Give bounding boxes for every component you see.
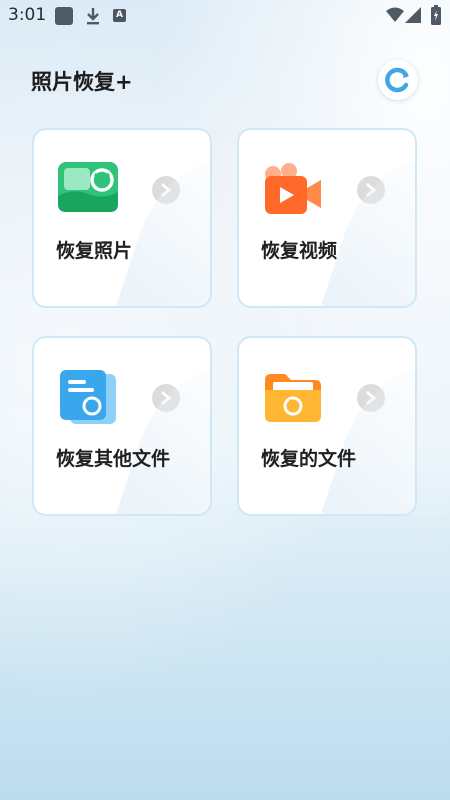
document-restore-icon xyxy=(58,370,118,426)
status-time: 3:01 xyxy=(8,5,47,25)
card-label: 恢复的文件 xyxy=(261,448,357,470)
status-bar: 3:01 A xyxy=(0,0,450,30)
restored-files-card[interactable]: 恢复的文件 xyxy=(237,336,417,516)
restore-photos-card[interactable]: 恢复照片 xyxy=(32,128,212,308)
wifi-icon xyxy=(386,7,404,27)
refresh-button[interactable] xyxy=(378,60,418,100)
restore-other-files-card[interactable]: 恢复其他文件 xyxy=(32,336,212,516)
chevron-right-icon xyxy=(357,384,385,412)
page-title: 照片恢复+ xyxy=(31,70,133,94)
card-label: 恢复其他文件 xyxy=(56,448,171,470)
video-camera-icon xyxy=(263,162,323,218)
restore-videos-card[interactable]: 恢复视频 xyxy=(237,128,417,308)
battery-icon xyxy=(431,5,441,25)
photo-restore-icon xyxy=(58,162,118,218)
chevron-right-icon xyxy=(357,176,385,204)
card-label: 恢复照片 xyxy=(56,240,133,262)
app-notification-icon xyxy=(55,7,73,25)
translate-icon: A xyxy=(113,9,126,22)
chevron-right-icon xyxy=(152,384,180,412)
download-icon xyxy=(86,7,100,25)
signal-icon xyxy=(405,7,421,27)
refresh-icon xyxy=(385,67,409,93)
card-label: 恢复视频 xyxy=(261,240,338,262)
chevron-right-icon xyxy=(152,176,180,204)
folder-restore-icon xyxy=(263,370,323,426)
